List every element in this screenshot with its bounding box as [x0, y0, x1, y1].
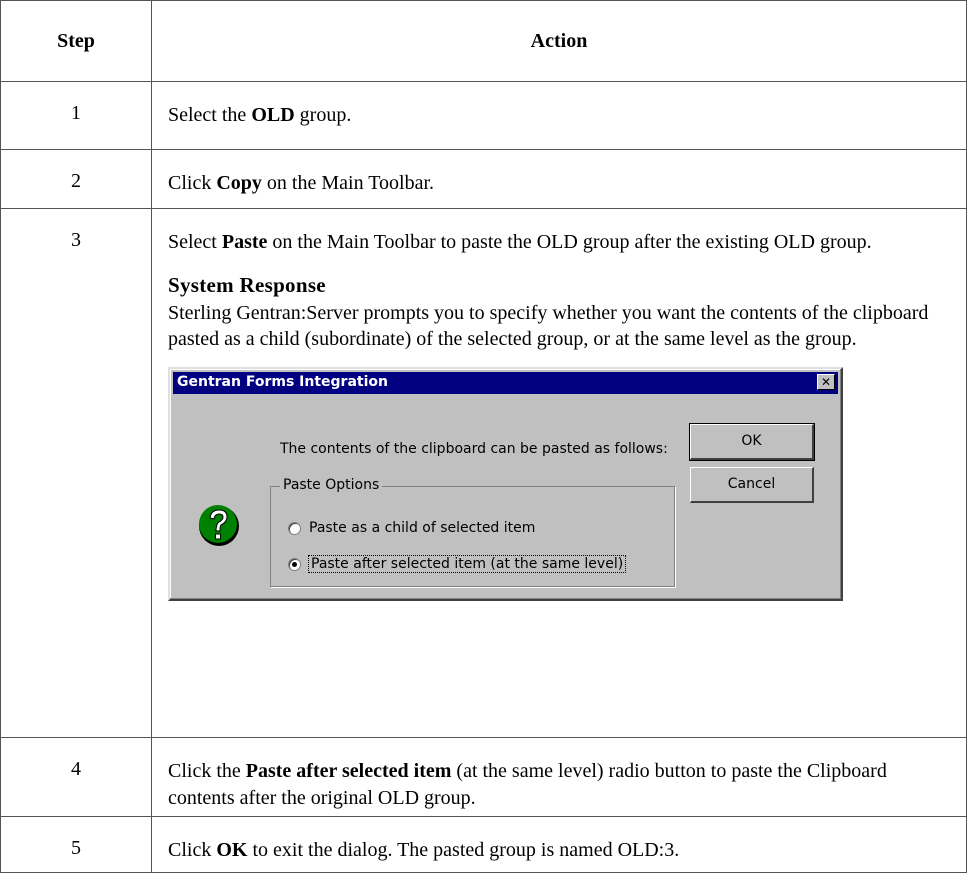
step-action: Select the OLD group.: [151, 81, 967, 150]
step-action: Click Copy on the Main Toolbar.: [151, 149, 967, 209]
step-column-header: Step: [0, 0, 152, 82]
step-number: 1: [0, 81, 152, 150]
table-row: 4 Click the Paste after selected item (a…: [0, 737, 967, 817]
ok-button[interactable]: OK: [689, 422, 815, 461]
groupbox-label: Paste Options: [280, 476, 383, 494]
table-header-row: Step Action: [0, 0, 967, 82]
step-action: Select Paste on the Main Toolbar to past…: [151, 208, 967, 738]
step-number: 2: [0, 149, 152, 209]
step-number: 3: [0, 208, 152, 738]
step-number: 4: [0, 737, 152, 817]
table-row: 5 Click OK to exit the dialog. The paste…: [0, 816, 967, 873]
action-column-header: Action: [151, 0, 967, 82]
dialog-title: Gentran Forms Integration: [177, 373, 388, 390]
step-action: Click the Paste after selected item (at …: [151, 737, 967, 817]
cancel-button[interactable]: Cancel: [690, 466, 814, 503]
radio-label: Paste as a child of selected item: [309, 519, 536, 536]
step-number: 5: [0, 816, 152, 873]
dialog-titlebar: Gentran Forms Integration ✕: [173, 371, 838, 394]
table-row: 1 Select the OLD group.: [0, 81, 967, 150]
step-action: Click OK to exit the dialog. The pasted …: [151, 816, 967, 873]
radio-button-selected[interactable]: [288, 557, 301, 571]
question-icon: [199, 504, 239, 546]
procedure-table: Step Action 1 Select the OLD group. 2 Cl…: [0, 0, 967, 873]
close-icon[interactable]: ✕: [817, 373, 835, 390]
system-response-text: Sterling Gentran:Server prompts you to s…: [168, 301, 929, 351]
table-row: 3 Select Paste on the Main Toolbar to pa…: [0, 208, 967, 738]
radio-label: Paste after selected item (at the same l…: [307, 554, 627, 573]
table-row: 2 Click Copy on the Main Toolbar.: [0, 149, 967, 209]
dialog-message: The contents of the clipboard can be pas…: [280, 440, 668, 457]
paste-options-dialog: Gentran Forms Integration ✕ The contents…: [168, 366, 843, 601]
system-response-heading: System Response: [168, 272, 326, 297]
radio-button[interactable]: [288, 521, 301, 535]
radio-paste-after[interactable]: Paste after selected item (at the same l…: [288, 554, 627, 573]
radio-paste-as-child[interactable]: Paste as a child of selected item: [288, 520, 535, 537]
